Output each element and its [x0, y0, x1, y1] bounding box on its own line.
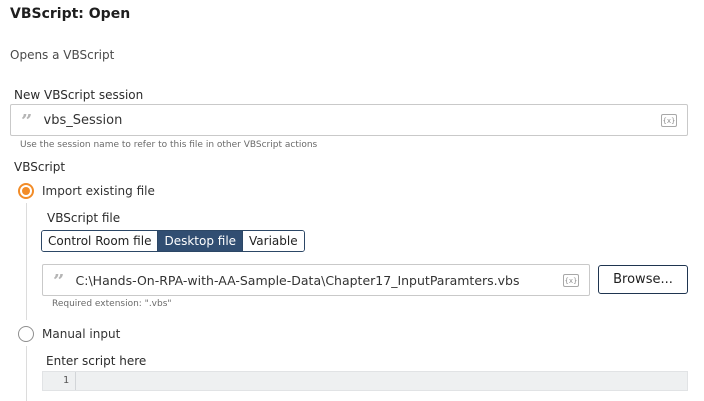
- enter-script-label: Enter script here: [46, 354, 147, 368]
- quote-icon: ”: [21, 114, 32, 126]
- file-source-segmented-control[interactable]: Control Room file Desktop file Variable: [41, 230, 305, 252]
- tab-desktop-file[interactable]: Desktop file: [158, 231, 244, 251]
- variable-insert-icon[interactable]: {x}: [563, 274, 579, 287]
- variable-insert-icon[interactable]: {x}: [661, 114, 677, 127]
- file-path-value: C:\Hands-On-RPA-with-AA-Sample-Data\Chap…: [75, 272, 520, 288]
- session-help-text: Use the session name to refer to this fi…: [20, 140, 318, 150]
- session-field-label: New VBScript session: [14, 88, 144, 102]
- session-name-value: vbs_Session: [43, 112, 123, 128]
- action-description: Opens a VBScript: [10, 48, 115, 62]
- quote-icon: ”: [53, 274, 64, 286]
- manual-input-radio[interactable]: [18, 326, 34, 342]
- session-name-input[interactable]: ” vbs_Session {x}: [10, 104, 688, 136]
- section-indent-line: [26, 346, 27, 401]
- import-existing-file-label[interactable]: Import existing file: [42, 184, 155, 198]
- manual-input-label[interactable]: Manual input: [42, 327, 120, 341]
- script-editor[interactable]: 1: [42, 371, 688, 391]
- browse-button[interactable]: Browse...: [598, 265, 688, 294]
- tab-variable[interactable]: Variable: [243, 231, 304, 251]
- radio-selected-dot: [22, 187, 30, 195]
- page-title: VBScript: Open: [10, 6, 131, 22]
- import-existing-file-radio[interactable]: [18, 183, 34, 199]
- line-number: 1: [63, 375, 70, 386]
- file-extension-help: Required extension: ".vbs": [52, 299, 172, 309]
- file-path-input[interactable]: ” C:\Hands-On-RPA-with-AA-Sample-Data\Ch…: [42, 264, 590, 296]
- editor-gutter-divider: [75, 372, 76, 390]
- section-indent-line: [26, 203, 27, 320]
- tab-control-room-file[interactable]: Control Room file: [42, 231, 159, 251]
- vbscript-file-label: VBScript file: [47, 211, 121, 225]
- vbscript-section-label: VBScript: [14, 160, 66, 174]
